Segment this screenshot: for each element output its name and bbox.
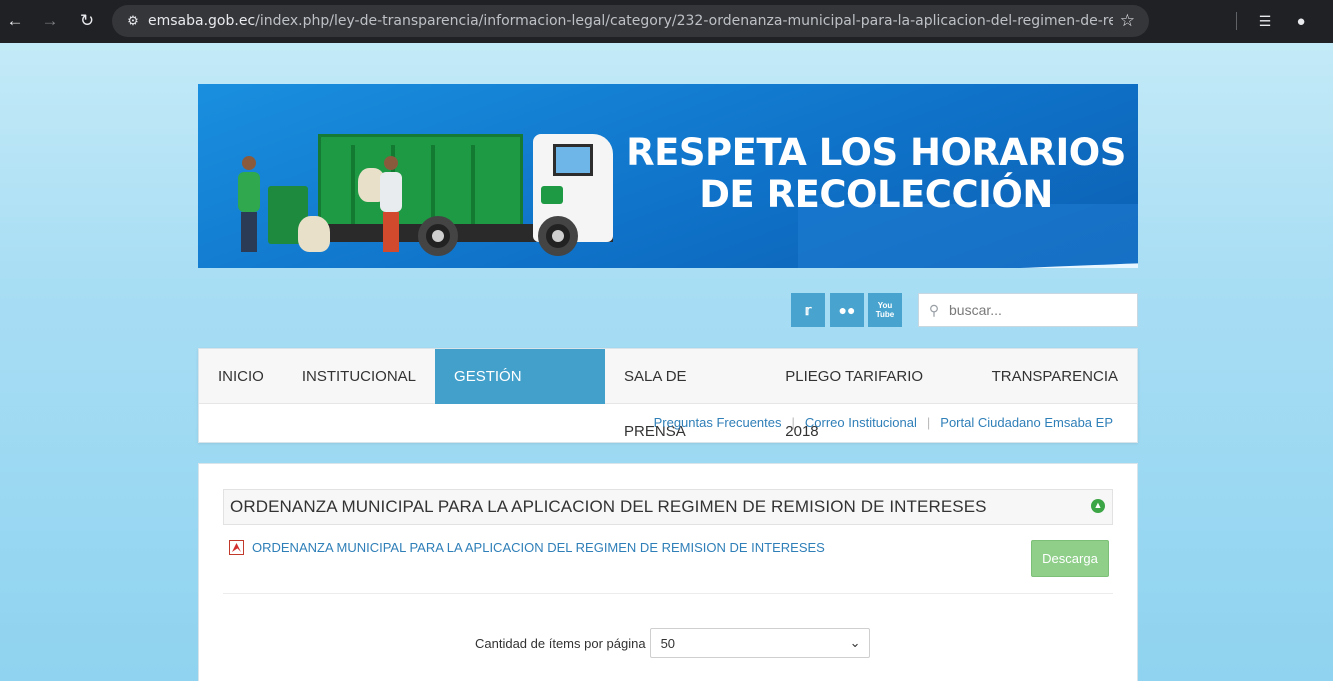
content-panel: ORDENANZA MUNICIPAL PARA LA APLICACION D…: [198, 463, 1138, 681]
profile-icon[interactable]: ●: [1288, 8, 1314, 34]
submenu-links: Preguntas Frecuentes | Correo Institucio…: [644, 415, 1123, 430]
youtube-icon[interactable]: You Tube: [868, 293, 902, 327]
divider: [1236, 12, 1237, 30]
menu-bar: INICIO INSTITUCIONAL GESTIÓN INTERNA SAL…: [199, 349, 1137, 440]
banner-title: RESPETA LOS HORARIOS DE RECOLECCIÓN: [626, 131, 1126, 216]
header-banner[interactable]: RESPETA LOS HORARIOS DE RECOLECCIÓN: [198, 84, 1138, 268]
menu-item-transparencia[interactable]: TRANSPARENCIA: [973, 349, 1137, 404]
main-navigation: INICIO INSTITUCIONAL GESTIÓN INTERNA SAL…: [198, 348, 1138, 443]
truck-wheel: [538, 216, 578, 256]
worker-figure: [238, 156, 260, 252]
category-header: ORDENANZA MUNICIPAL PARA LA APLICACION D…: [223, 489, 1113, 525]
menu-item-institucional[interactable]: INSTITUCIONAL: [283, 349, 435, 404]
truck-wheel: [418, 216, 458, 256]
menu-item-pliego-tarifario[interactable]: PLIEGO TARIFARIO 2018: [766, 349, 972, 440]
chevron-down-icon: ⌄: [849, 635, 861, 650]
collapse-up-icon[interactable]: ▲: [1091, 499, 1105, 513]
category-title: ORDENANZA MUNICIPAL PARA LA APLICACION D…: [230, 497, 987, 516]
menu-item-sala-de-prensa[interactable]: SALA DE PRENSA: [605, 349, 766, 440]
menu-item-inicio[interactable]: INICIO: [199, 349, 283, 404]
link-preguntas-frecuentes[interactable]: Preguntas Frecuentes: [644, 415, 792, 430]
items-per-page: Cantidad de ítems por página 50 ⌄: [475, 628, 870, 658]
address-bar[interactable]: ⚙ emsaba.gob.ec/index.php/ley-de-transpa…: [112, 5, 1149, 37]
search-input[interactable]: [949, 302, 1129, 318]
document-row: ORDENANZA MUNICIPAL PARA LA APLICACION D…: [229, 540, 825, 555]
download-button[interactable]: Descarga: [1031, 540, 1109, 577]
truck-body: [318, 134, 523, 236]
divider: [223, 593, 1113, 594]
star-icon[interactable]: ☆: [1120, 11, 1135, 31]
worker-figure: [380, 156, 402, 252]
back-icon[interactable]: ←: [2, 8, 28, 34]
twitter-icon[interactable]: 𝕣: [791, 293, 825, 327]
browser-toolbar: ← → ↻ ⚙ emsaba.gob.ec/index.php/ley-de-t…: [0, 0, 1333, 43]
forward-icon[interactable]: →: [37, 8, 63, 34]
link-portal-ciudadano[interactable]: Portal Ciudadano Emsaba EP: [930, 415, 1123, 430]
search-box[interactable]: ⚲: [918, 293, 1138, 327]
link-correo-institucional[interactable]: Correo Institucional: [795, 415, 927, 430]
items-per-page-label: Cantidad de ítems por página: [475, 635, 646, 651]
menu-item-gestion-interna[interactable]: GESTIÓN INTERNA: [435, 349, 606, 440]
url-text[interactable]: emsaba.gob.ec/index.php/ley-de-transpare…: [148, 13, 1113, 29]
trash-bag: [298, 216, 330, 252]
document-link[interactable]: ORDENANZA MUNICIPAL PARA LA APLICACION D…: [252, 540, 825, 555]
reload-icon[interactable]: ↻: [74, 8, 100, 34]
media-icon[interactable]: ☰: [1252, 8, 1278, 34]
site-info-icon[interactable]: ⚙: [118, 13, 148, 29]
search-icon: ⚲: [928, 301, 940, 318]
flickr-icon[interactable]: ●●: [830, 293, 864, 327]
pdf-icon: [229, 540, 244, 555]
items-per-page-select[interactable]: 50 ⌄: [649, 628, 870, 658]
